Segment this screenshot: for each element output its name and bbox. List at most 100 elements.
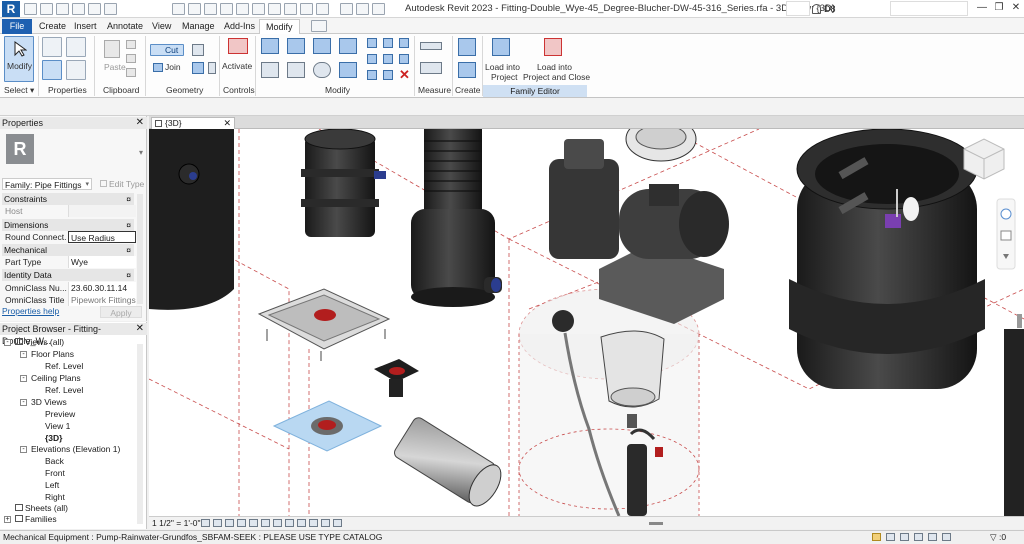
user-name[interactable]: D8 — [824, 4, 836, 14]
select-underlay-icon[interactable] — [900, 533, 909, 541]
editable-only-icon[interactable] — [872, 533, 881, 541]
cut-clipboard-icon[interactable] — [126, 40, 136, 49]
family-selector[interactable]: Family: Pipe Fittings ▾ — [2, 178, 92, 190]
customize-qat-icon[interactable] — [316, 3, 329, 15]
tree-preview[interactable]: Preview — [45, 409, 75, 420]
view-settings-icon[interactable] — [340, 3, 353, 15]
tree-front[interactable]: Front — [45, 468, 65, 479]
temp-hide-icon[interactable] — [297, 519, 306, 527]
paste-icon[interactable] — [104, 40, 120, 58]
tab-3d-view[interactable]: {3D} ✕ — [151, 117, 235, 129]
copy-icon[interactable] — [126, 54, 136, 63]
viewport-scroll-thumb[interactable] — [1017, 314, 1022, 328]
browser-scrollbar[interactable] — [137, 344, 143, 524]
unpin-icon[interactable] — [399, 54, 409, 64]
trim-single-icon[interactable] — [383, 70, 393, 80]
section-dimensions[interactable]: Dimensions ¤ — [2, 219, 134, 231]
tree-left[interactable]: Left — [45, 480, 59, 491]
edit-type-button[interactable]: Edit Type — [100, 179, 144, 189]
load-into-project-icon[interactable] — [492, 38, 510, 56]
tree-views-all[interactable]: Views (all) — [15, 337, 64, 348]
tab-view[interactable]: View — [146, 19, 177, 34]
collapse-icon[interactable]: - — [20, 399, 27, 406]
worksharing-icon[interactable] — [321, 519, 330, 527]
undo-icon[interactable] — [72, 3, 85, 15]
drag-on-selection-icon[interactable] — [942, 533, 951, 541]
lock-3d-icon[interactable] — [285, 519, 294, 527]
text-quick-icon[interactable] — [220, 3, 233, 15]
tree-families[interactable]: Families — [15, 514, 57, 525]
row-omniclass-number[interactable]: OmniClass Nu... 23.60.30.11.14 — [2, 282, 136, 294]
section-identity-data[interactable]: Identity Data ¤ — [2, 269, 134, 281]
pin-icon[interactable] — [399, 38, 409, 48]
select-dropdown[interactable]: Select ▾ — [4, 85, 34, 96]
sun-path-icon[interactable] — [225, 519, 234, 527]
close-icon[interactable]: ✕ — [136, 323, 144, 335]
type-selector-chevron-icon[interactable]: ▾ — [139, 148, 143, 157]
detail-level-icon[interactable] — [201, 519, 210, 527]
split-face-icon[interactable] — [192, 62, 204, 74]
tab-create[interactable]: Create — [33, 19, 72, 34]
array-icon[interactable] — [367, 54, 377, 64]
row-round-connector[interactable]: Round Connect... Use Radius — [2, 231, 136, 243]
apply-button[interactable]: Apply — [100, 306, 142, 318]
trim-corner-icon[interactable] — [367, 70, 377, 80]
move-icon[interactable] — [261, 62, 279, 78]
tree-elevations[interactable]: Elevations (Elevation 1) — [31, 444, 120, 455]
expand-icon[interactable]: + — [4, 516, 11, 523]
section-quick-icon[interactable] — [252, 3, 265, 15]
tab-annotate[interactable]: Annotate — [101, 19, 149, 34]
trim-extend-icon[interactable] — [339, 62, 357, 78]
tab-add-ins[interactable]: Add-Ins — [218, 19, 261, 34]
collapse-icon[interactable]: - — [20, 446, 27, 453]
switch-windows-icon[interactable] — [300, 3, 313, 15]
measure-quick-icon[interactable] — [172, 3, 185, 15]
save-icon[interactable] — [40, 3, 53, 15]
close-tab-icon[interactable]: ✕ — [223, 118, 231, 129]
section-constraints[interactable]: Constraints ¤ — [2, 193, 134, 205]
load-and-close-icon[interactable] — [544, 38, 562, 56]
close-icon[interactable]: ✕ — [136, 117, 144, 129]
account-field[interactable] — [890, 1, 968, 16]
crop-view-icon[interactable] — [261, 519, 270, 527]
properties-help-link[interactable]: Properties help — [2, 306, 59, 316]
view-scale[interactable]: 1 1/2" = 1'-0" — [152, 518, 201, 528]
tree-back[interactable]: Back — [45, 456, 64, 467]
tree-ceiling-plans[interactable]: Ceiling Plans — [31, 373, 81, 384]
tree-3d-views[interactable]: 3D Views — [31, 397, 67, 408]
search-input[interactable] — [786, 1, 810, 16]
delete-icon[interactable]: ✕ — [399, 67, 410, 83]
dimension-quick-icon[interactable] — [188, 3, 201, 15]
minimize-button[interactable]: — — [975, 2, 989, 13]
void-icon[interactable] — [192, 44, 204, 56]
row-part-type[interactable]: Part Type Wye — [2, 256, 136, 268]
tree-ref-level-ceiling[interactable]: Ref. Level — [45, 385, 83, 396]
measure-distance-icon[interactable] — [420, 42, 442, 50]
create-similar-icon[interactable] — [458, 38, 476, 56]
tag-quick-icon[interactable] — [204, 3, 217, 15]
copy-element-icon[interactable] — [287, 62, 305, 78]
dimension-icon[interactable] — [420, 62, 442, 74]
load-into-project-label-1[interactable]: Load into — [485, 62, 520, 72]
model-canvas[interactable] — [149, 129, 1024, 516]
select-links-icon[interactable] — [886, 533, 895, 541]
maximize-button[interactable]: ❐ — [992, 2, 1006, 13]
tab-file[interactable]: File — [2, 19, 32, 34]
match-properties-icon[interactable] — [126, 68, 136, 77]
3d-viewport[interactable] — [149, 129, 1024, 516]
collapse-icon[interactable]: - — [4, 339, 11, 346]
activate-label[interactable]: Activate — [222, 61, 252, 71]
redo-icon[interactable] — [88, 3, 101, 15]
horizontal-scroll-thumb[interactable] — [649, 522, 663, 525]
filter-icon[interactable]: ▽ — [990, 531, 997, 544]
load-into-project-label-2[interactable]: Project — [491, 72, 517, 82]
family-category-icon[interactable] — [66, 60, 86, 80]
tree-view-1[interactable]: View 1 — [45, 421, 70, 432]
ribbon-toggle-icon[interactable] — [311, 20, 327, 32]
3d-view-quick-icon[interactable] — [236, 3, 249, 15]
align-icon[interactable] — [261, 38, 279, 54]
print-icon[interactable] — [104, 3, 117, 15]
home-icon[interactable] — [356, 3, 369, 15]
cut-geometry-button[interactable]: Cut — [150, 44, 184, 56]
dropdown-icon[interactable] — [372, 3, 385, 15]
